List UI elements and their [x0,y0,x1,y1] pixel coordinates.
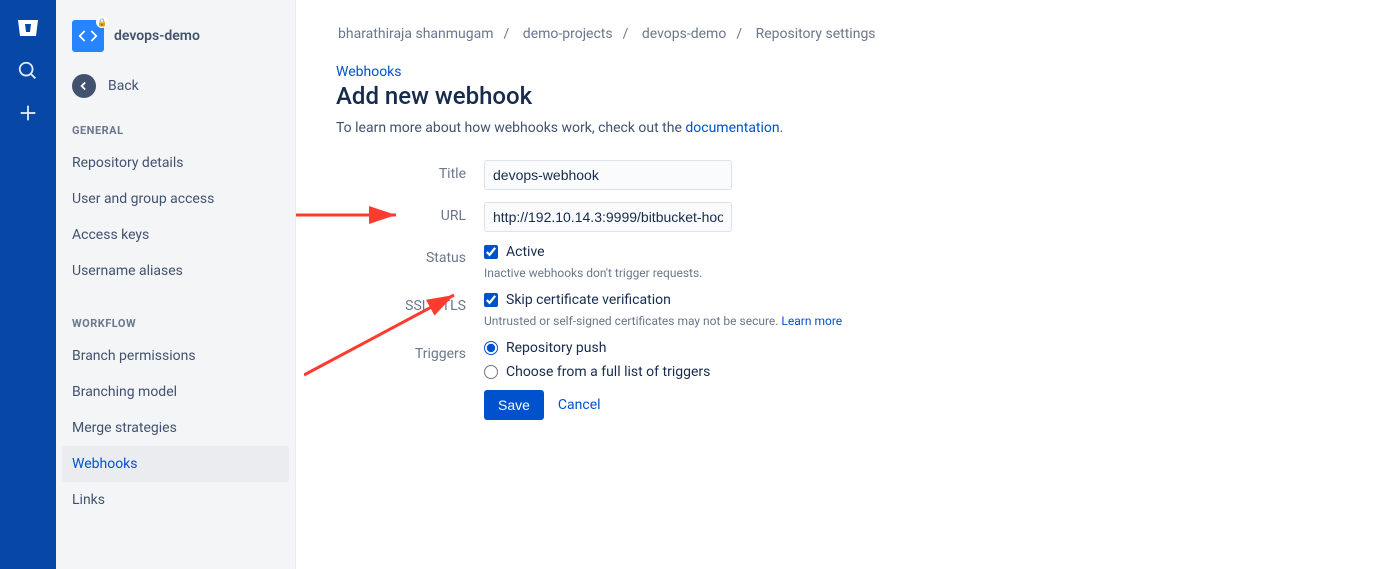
trigger-push-radio[interactable] [484,341,498,355]
triggers-label: Triggers [336,340,484,362]
trigger-push-label: Repository push [506,340,606,356]
active-checkbox[interactable] [484,245,498,259]
nav-username-aliases[interactable]: Username aliases [56,253,295,289]
nav-access-keys[interactable]: Access keys [56,217,295,253]
lock-icon: 🔒 [96,16,108,28]
back-button[interactable]: Back [56,64,295,116]
settings-sidebar: 🔒 devops-demo Back GENERAL Repository de… [56,0,296,569]
global-left-rail [0,0,56,569]
breadcrumb-item[interactable]: devops-demo [642,26,726,42]
title-input[interactable] [484,160,732,190]
nav-repository-details[interactable]: Repository details [56,145,295,181]
nav-branch-permissions[interactable]: Branch permissions [56,338,295,374]
breadcrumb-item[interactable]: bharathiraja shanmugam [338,26,494,42]
trigger-fulllist-label: Choose from a full list of triggers [506,364,710,380]
bitbucket-logo-icon [16,16,40,40]
back-arrow-icon [72,74,96,98]
breadcrumb-item[interactable]: Repository settings [756,26,876,42]
status-label: Status [336,244,484,266]
page-subtitle: To learn more about how webhooks work, c… [336,120,1339,136]
documentation-link[interactable]: documentation [685,120,779,136]
breadcrumb-item[interactable]: demo-projects [523,26,613,42]
plus-icon[interactable] [17,102,39,124]
skip-cert-checkbox[interactable] [484,293,498,307]
repo-header: 🔒 devops-demo [56,20,295,64]
nav-user-group-access[interactable]: User and group access [56,181,295,217]
nav-branching-model[interactable]: Branching model [56,374,295,410]
repo-name: devops-demo [114,28,200,44]
back-label: Back [108,78,139,94]
code-icon [78,26,98,46]
title-label: Title [336,160,484,182]
nav-webhooks[interactable]: Webhooks [62,446,289,482]
learn-more-link[interactable]: Learn more [781,314,842,328]
skip-cert-checkbox-label: Skip certificate verification [506,292,671,308]
search-icon[interactable] [17,60,39,82]
webhooks-parent-link[interactable]: Webhooks [336,64,1339,80]
nav-links[interactable]: Links [56,482,295,518]
trigger-fulllist-radio[interactable] [484,365,498,379]
main-content: bharathiraja shanmugam/ demo-projects/ d… [296,0,1379,569]
url-label: URL [336,202,484,224]
ssl-label: SSL / TLS [336,292,484,314]
section-workflow-label: WORKFLOW [56,309,295,338]
cancel-button[interactable]: Cancel [558,397,601,413]
breadcrumb: bharathiraja shanmugam/ demo-projects/ d… [336,26,1339,42]
ssl-help: Untrusted or self-signed certificates ma… [484,314,842,328]
repo-avatar: 🔒 [72,20,104,52]
nav-merge-strategies[interactable]: Merge strategies [56,410,295,446]
page-title: Add new webhook [336,82,1339,110]
save-button[interactable]: Save [484,390,544,420]
active-checkbox-label: Active [506,244,545,260]
webhook-form: Title URL Status Active Inactive webhook… [336,160,1339,420]
section-general-label: GENERAL [56,116,295,145]
status-help: Inactive webhooks don't trigger requests… [484,266,702,280]
url-input[interactable] [484,202,732,232]
